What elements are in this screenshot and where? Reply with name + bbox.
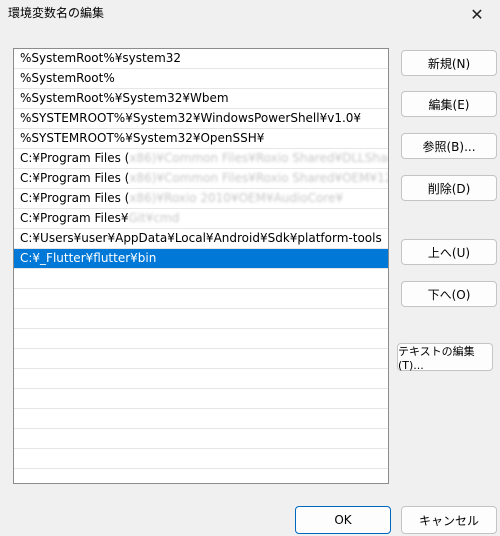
list-item[interactable]: C:¥Program Files¥Git¥cmd <box>14 209 388 229</box>
empty-list-row[interactable] <box>14 269 388 289</box>
redacted-text: x86)¥Common Files¥Roxio Shared¥OEM¥12.0 <box>129 171 388 185</box>
edit-text-button[interactable]: テキストの編集(T)... <box>397 343 493 372</box>
empty-list-row[interactable] <box>14 449 388 469</box>
list-item-text: %SystemRoot% <box>20 71 115 85</box>
list-item[interactable]: %SystemRoot%¥System32¥Wbem <box>14 89 388 109</box>
close-button[interactable]: ✕ <box>454 0 500 28</box>
list-item-text: C:¥Program Files ( <box>20 151 130 165</box>
list-item[interactable]: %SYSTEMROOT%¥System32¥OpenSSH¥ <box>14 129 388 149</box>
empty-list-row[interactable] <box>14 329 388 349</box>
edit-button[interactable]: 編集(E) <box>401 91 497 117</box>
empty-list-row[interactable] <box>14 409 388 429</box>
move-up-button[interactable]: 上へ(U) <box>401 239 497 265</box>
list-item-text: C:¥_Flutter¥flutter¥bin <box>20 251 157 265</box>
empty-list-row[interactable] <box>14 289 388 309</box>
empty-list-row[interactable] <box>14 349 388 369</box>
list-item[interactable]: C:¥Program Files (x86)¥Common Files¥Roxi… <box>14 169 388 189</box>
list-item-text: C:¥Program Files¥ <box>20 211 129 225</box>
cancel-button[interactable]: キャンセル <box>401 506 497 534</box>
new-button[interactable]: 新規(N) <box>401 50 497 76</box>
redacted-text: x86)¥Roxio 2010¥OEM¥AudioCore¥ <box>129 191 344 205</box>
list-item[interactable]: C:¥Program Files (x86)¥Roxio 2010¥OEM¥Au… <box>14 189 388 209</box>
list-item[interactable]: C:¥Users¥user¥AppData¥Local¥Android¥Sdk¥… <box>14 229 388 249</box>
list-item-text: %SYSTEMROOT%¥System32¥WindowsPowerShell¥… <box>20 111 362 125</box>
list-item[interactable]: C:¥_Flutter¥flutter¥bin <box>14 249 388 269</box>
title-bar: 環境変数名の編集 ✕ <box>0 0 500 28</box>
empty-list-row[interactable] <box>14 309 388 329</box>
redacted-text: x86)¥Common Files¥Roxio Shared¥DLLShared… <box>129 151 388 165</box>
list-item-text: C:¥Users¥user¥AppData¥Local¥Android¥Sdk¥… <box>20 231 382 245</box>
delete-button[interactable]: 削除(D) <box>401 175 497 201</box>
list-item[interactable]: C:¥Program Files (x86)¥Common Files¥Roxi… <box>14 149 388 169</box>
empty-list-row[interactable] <box>14 369 388 389</box>
redacted-text: Git¥cmd <box>128 211 180 225</box>
ok-button[interactable]: OK <box>295 506 391 534</box>
list-item-text: %SystemRoot%¥System32¥Wbem <box>20 91 229 105</box>
empty-list-row[interactable] <box>14 389 388 409</box>
list-item-text: C:¥Program Files ( <box>20 171 130 185</box>
path-list[interactable]: %SystemRoot%¥system32 %SystemRoot% %System… <box>13 48 389 484</box>
move-down-button[interactable]: 下へ(O) <box>401 281 497 307</box>
window-title: 環境変数名の編集 <box>8 6 105 20</box>
list-item-text: %SystemRoot%¥system32 <box>20 51 182 65</box>
empty-list-row[interactable] <box>14 429 388 449</box>
close-icon: ✕ <box>470 4 484 24</box>
list-item-text: C:¥Program Files ( <box>20 191 130 205</box>
list-item[interactable]: %SYSTEMROOT%¥System32¥WindowsPowerShell¥… <box>14 109 388 129</box>
list-item[interactable]: %SystemRoot%¥system32 <box>14 49 388 69</box>
list-item-text: %SYSTEMROOT%¥System32¥OpenSSH¥ <box>20 131 265 145</box>
browse-button[interactable]: 参照(B)... <box>401 133 497 159</box>
list-item[interactable]: %SystemRoot% <box>14 69 388 89</box>
